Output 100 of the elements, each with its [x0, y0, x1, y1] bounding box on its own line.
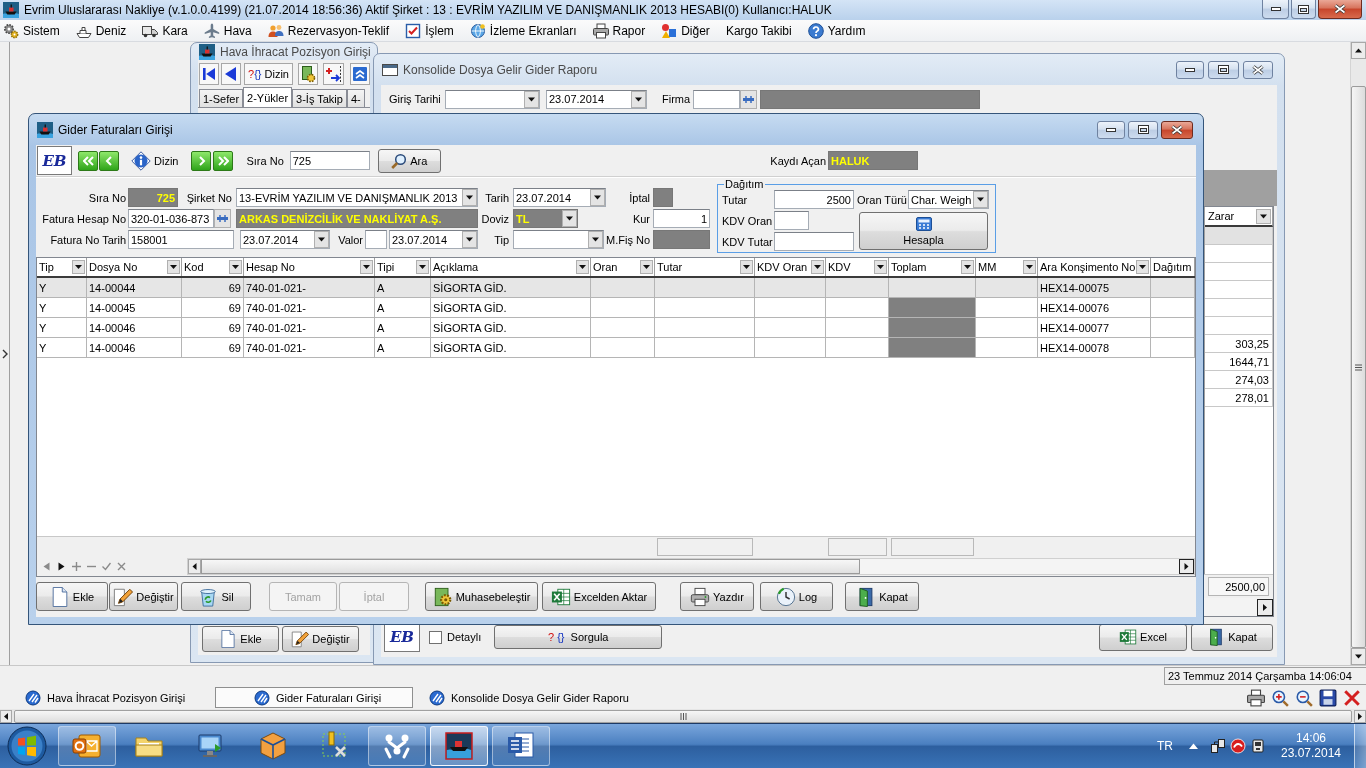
column-header[interactable]: Tip [37, 258, 87, 276]
edit-button[interactable]: Değiştir [282, 626, 359, 652]
cross-icon[interactable] [117, 562, 126, 571]
clock[interactable]: 14:06 23.07.2014 [1276, 731, 1346, 761]
maximize-button[interactable] [1291, 0, 1316, 19]
language-indicator[interactable]: TR [1157, 739, 1173, 753]
rate-field[interactable]: 1 [653, 209, 710, 228]
triangle-left-icon[interactable] [221, 63, 241, 85]
menu-item[interactable]: Yardım [805, 20, 868, 41]
column-header[interactable]: Toplam [889, 258, 976, 276]
chevron-right-icon[interactable] [1, 348, 8, 359]
calculate-button[interactable]: Hesapla [859, 212, 988, 250]
close-icon[interactable] [1343, 688, 1361, 707]
add-button[interactable]: Ekle [36, 582, 108, 611]
table-row[interactable]: Y 14-00046 69 740-01-021- A SİGORTA GİD. HEX14-00077 [37, 318, 1195, 338]
scroll-left-icon[interactable] [188, 559, 201, 574]
scroll-left-icon[interactable] [0, 709, 12, 723]
date-dropdown[interactable]: 23.07.2014 [240, 230, 330, 249]
printer-icon[interactable] [1247, 688, 1265, 707]
date-to-dropdown[interactable]: 23.07.2014 [546, 89, 647, 109]
index-button[interactable]: Dizin [130, 148, 180, 173]
menu-item[interactable]: Diğer [659, 20, 712, 41]
scroll-up-icon[interactable] [1351, 42, 1366, 59]
add-button[interactable]: Ekle [202, 626, 279, 652]
delete-button[interactable]: Sil [181, 582, 251, 611]
column-header[interactable]: Oran [591, 258, 655, 276]
column-header[interactable]: Tutar [655, 258, 755, 276]
taskbar-button[interactable] [492, 726, 550, 766]
menu-item[interactable]: İşlem [403, 20, 456, 41]
tab[interactable]: 1-Sefer [199, 89, 244, 107]
close-button[interactable] [1318, 0, 1362, 19]
minimize-button[interactable] [1176, 60, 1204, 79]
tab[interactable]: 3-İş Takip [292, 89, 347, 107]
maximize-button[interactable] [1128, 120, 1158, 139]
scrollbar[interactable] [1203, 598, 1273, 616]
previous-record-button[interactable] [99, 150, 119, 171]
minimize-button[interactable] [1262, 0, 1289, 19]
caret-up-icon[interactable] [1189, 743, 1198, 749]
date-dropdown[interactable]: 23.07.2014 [389, 230, 478, 249]
checkbox[interactable] [429, 630, 442, 644]
menu-item[interactable]: Deniz [73, 20, 129, 41]
minimize-button[interactable] [1097, 120, 1125, 139]
cube-icon[interactable] [257, 730, 289, 762]
date-dropdown[interactable]: 23.07.2014 [513, 188, 606, 207]
device-icon[interactable] [1250, 738, 1266, 754]
input-field[interactable] [365, 230, 387, 249]
zoom-in-icon[interactable] [1271, 688, 1289, 707]
company-code-field[interactable] [693, 89, 740, 109]
record-number-field[interactable]: 725 [289, 151, 370, 170]
menu-item[interactable]: Kargo Takibi [723, 20, 794, 41]
rate-type-dropdown[interactable]: Char. Weigh [908, 190, 989, 209]
taskbar-button[interactable] [430, 726, 488, 766]
search-button[interactable]: Ara [377, 148, 441, 173]
scroll-down-icon[interactable] [1351, 648, 1366, 665]
scrollbar[interactable] [1350, 42, 1366, 665]
window-tab[interactable]: Hava İhracat Pozisyon Girişi [2, 687, 212, 708]
company-dropdown[interactable]: 13-EVRİM YAZILIM VE DANIŞMANLIK 2013 [236, 188, 478, 207]
close-window-button[interactable]: Kapat [845, 582, 919, 611]
excel-button[interactable]: Excel [1099, 623, 1187, 651]
circle-swirl-icon[interactable] [1230, 738, 1246, 754]
vat-amount-field[interactable] [774, 232, 854, 251]
account-number-field[interactable]: 320-01-036-873 [128, 209, 214, 228]
column-header[interactable]: KDV Oran [755, 258, 826, 276]
log-button[interactable]: Log [760, 582, 833, 611]
checkbox-label[interactable]: Detaylı [447, 631, 482, 643]
document-gear-icon[interactable] [298, 63, 318, 85]
table-row[interactable]: Y 14-00044 69 740-01-021- A SİGORTA GİD. HEX14-00075 [37, 278, 1195, 298]
print-button[interactable]: Yazdır [680, 582, 754, 611]
check-icon[interactable] [102, 562, 111, 571]
date-from-dropdown[interactable] [445, 89, 540, 109]
menu-item[interactable]: Sistem [1, 20, 62, 41]
plus-icon[interactable] [72, 562, 81, 571]
save-icon[interactable] [1319, 688, 1337, 707]
scroll-right-icon[interactable] [1257, 598, 1273, 616]
table-row[interactable]: Y 14-00046 69 740-01-021- A SİGORTA GİD. HEX14-00078 [37, 338, 1195, 358]
currency-dropdown[interactable]: TL [513, 209, 578, 228]
scrollbar-thumb[interactable] [1351, 86, 1366, 648]
edit-button[interactable]: Değiştir [109, 582, 178, 611]
scrollbar[interactable] [187, 558, 1195, 575]
import-button[interactable]: Excelden Aktar [542, 582, 656, 611]
menu-item[interactable]: İzleme Ekranları [467, 20, 579, 41]
column-header[interactable]: MM [976, 258, 1038, 276]
chevrons-up-icon[interactable] [350, 63, 370, 85]
column-header[interactable]: Ara Konşimento No [1038, 258, 1151, 276]
bar-handle-icon[interactable] [214, 209, 231, 228]
column-header[interactable]: Dağıtım [1151, 258, 1195, 276]
maximize-button[interactable] [1208, 60, 1239, 79]
post-button[interactable]: Muhasebeleştir [425, 582, 538, 611]
menu-item[interactable]: Hava [201, 20, 254, 41]
column-header[interactable]: Hesap No [244, 258, 375, 276]
first-record-button[interactable] [78, 150, 98, 171]
invoice-number-field[interactable]: 158001 [128, 230, 234, 249]
next-record-button[interactable] [191, 150, 212, 171]
column-header[interactable]: Açıklama [431, 258, 591, 276]
start-orb-icon[interactable] [7, 726, 47, 766]
vat-rate-field[interactable] [774, 211, 809, 230]
column-header[interactable]: KDV [826, 258, 889, 276]
menu-item[interactable]: Kara [140, 20, 190, 41]
window-tab[interactable]: Gider Faturaları Girişi [215, 687, 413, 708]
bar-handle-icon[interactable] [740, 89, 757, 109]
